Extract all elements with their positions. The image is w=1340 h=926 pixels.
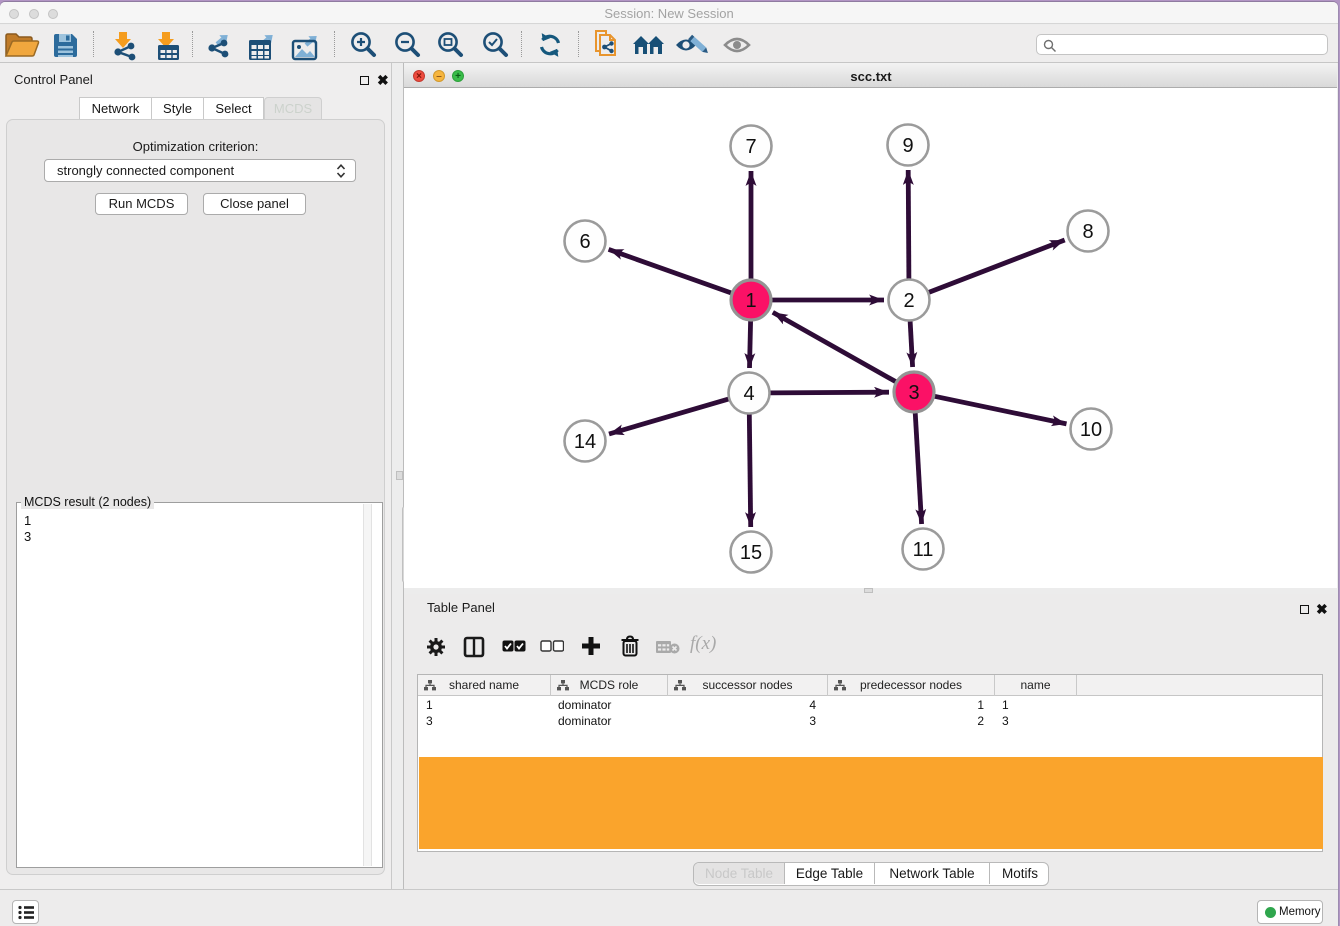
svg-text:2: 2 <box>903 290 914 312</box>
svg-text:8: 8 <box>1082 221 1093 243</box>
svg-text:7: 7 <box>745 136 756 158</box>
svg-text:14: 14 <box>574 431 596 453</box>
svg-text:9: 9 <box>902 135 913 157</box>
svg-text:6: 6 <box>579 231 590 253</box>
svg-text:4: 4 <box>743 383 754 405</box>
svg-text:10: 10 <box>1080 419 1102 441</box>
svg-text:15: 15 <box>740 542 762 564</box>
svg-text:1: 1 <box>745 290 756 312</box>
svg-text:11: 11 <box>913 539 934 561</box>
svg-text:3: 3 <box>908 382 919 404</box>
